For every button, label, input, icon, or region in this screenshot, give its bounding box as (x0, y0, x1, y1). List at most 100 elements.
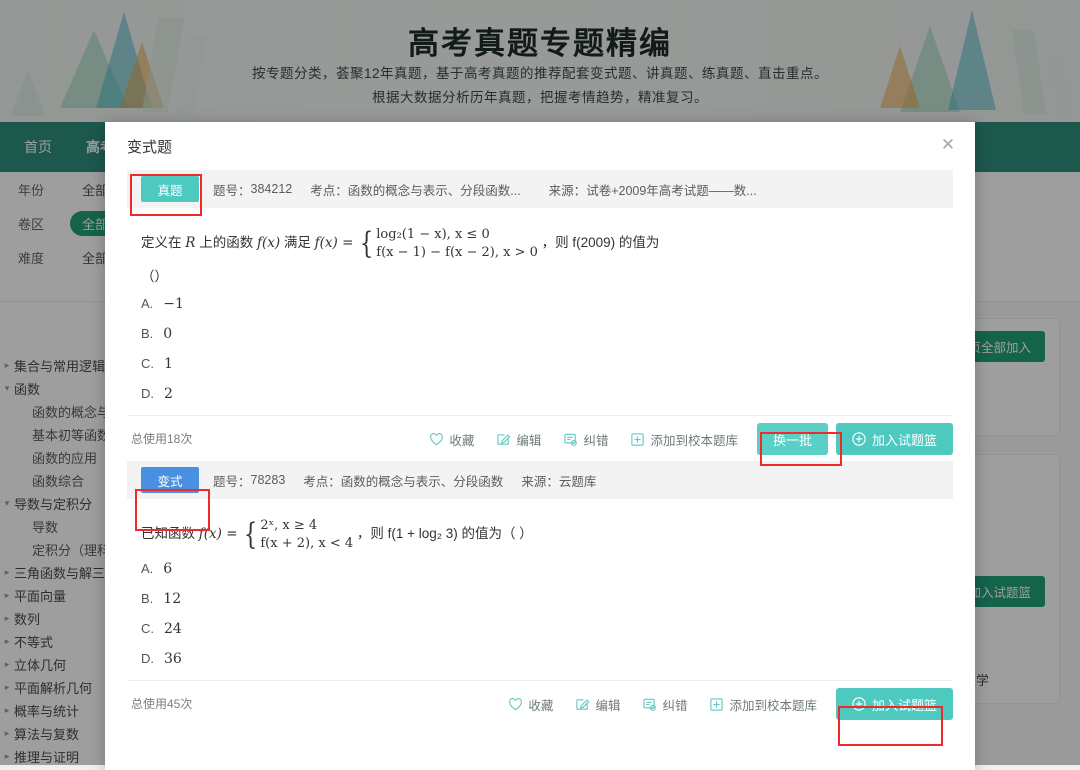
swap-batch-label: 换一批 (773, 430, 812, 449)
case-line-1: 2ˣ, x ≥ 4 (260, 517, 353, 535)
option-row[interactable]: B. 12 (127, 584, 953, 614)
edit-action[interactable]: 编辑 (564, 687, 631, 721)
answer-parenthesis: （） (127, 263, 953, 289)
close-icon[interactable]: ✕ (937, 134, 959, 156)
option-key: D. (141, 386, 154, 402)
favorite-action[interactable]: 收藏 (418, 422, 485, 456)
heart-icon (508, 697, 523, 712)
modal-body: 真题 题号：384212 考点：函数的概念与表示、分段函数... 来源：试卷+2… (105, 170, 975, 726)
add-to-basket-button[interactable]: 加入试题篮 (836, 688, 953, 720)
favorite-label: 收藏 (449, 430, 474, 449)
meta-point-label: 考点： (303, 471, 341, 490)
option-row[interactable]: C. 1 (127, 349, 953, 379)
modal-title: 变式题 (127, 136, 172, 157)
report-error-action[interactable]: 纠错 (552, 422, 619, 456)
add-to-basket-button[interactable]: 加入试题篮 (836, 423, 953, 455)
meta-point-value: 函数的概念与表示、分段函数... (348, 180, 521, 199)
option-key: B. (141, 326, 153, 342)
plus-circle-icon (852, 432, 866, 446)
plus-box-icon (709, 697, 724, 712)
option-key: B. (141, 591, 153, 607)
meta-number-value: 384212 (251, 182, 293, 196)
piecewise-cases: { 2ˣ, x ≥ 4 f(x + 2), x < 4 (241, 517, 353, 552)
add-to-school-bank-action[interactable]: 添加到校本题库 (698, 687, 828, 721)
swap-batch-button[interactable]: 换一批 (757, 423, 828, 455)
error-report-icon (642, 697, 657, 712)
question-type-badge: 变式 (141, 467, 199, 493)
meta-source-value: 云题库 (559, 471, 597, 490)
piecewise-cases: { log₂(1 − x), x ≤ 0 f(x − 1) − f(x − 2)… (357, 226, 538, 261)
option-row[interactable]: D. 2 (127, 379, 953, 409)
plus-circle-icon (852, 697, 866, 711)
question-footer: 总使用18次 收藏 编辑 (127, 415, 953, 461)
option-row[interactable]: D. 36 (127, 644, 953, 674)
option-value: 2 (164, 386, 173, 402)
report-error-label: 纠错 (583, 430, 608, 449)
question-footer: 总使用45次 收藏 编辑 (127, 680, 953, 726)
case-line-2: f(x − 1) − f(x − 2), x > 0 (376, 244, 538, 262)
favorite-label: 收藏 (528, 695, 553, 714)
question-block-real: 真题 题号：384212 考点：函数的概念与表示、分段函数... 来源：试卷+2… (127, 170, 953, 461)
question-meta-bar: 真题 题号：384212 考点：函数的概念与表示、分段函数... 来源：试卷+2… (127, 170, 953, 208)
plus-box-icon (630, 432, 645, 447)
option-value: −1 (163, 296, 184, 312)
meta-number-label: 题号： (213, 180, 251, 199)
option-key: D. (141, 651, 154, 667)
option-value: 6 (163, 561, 172, 577)
option-key: A. (141, 296, 153, 312)
meta-number-value: 78283 (251, 473, 286, 487)
edit-label: 编辑 (595, 695, 620, 714)
pencil-icon (496, 432, 511, 447)
report-error-label: 纠错 (662, 695, 687, 714)
case-line-1: log₂(1 − x), x ≤ 0 (376, 226, 538, 244)
add-to-school-bank-action[interactable]: 添加到校本题库 (619, 422, 749, 456)
usage-count: 总使用45次 (127, 695, 192, 712)
stem-prefix: 定义在 (141, 235, 182, 250)
error-report-icon (563, 432, 578, 447)
option-value: 24 (164, 621, 182, 637)
meta-source-value: 试卷+2009年高考试题——数... (586, 180, 757, 199)
stem-prefix: 已知函数 (141, 526, 195, 541)
question-actions: 收藏 编辑 (497, 687, 953, 721)
option-key: C. (141, 356, 154, 372)
question-block-variant: 变式 题号：78283 考点：函数的概念与表示、分段函数 来源：云题库 已知函数… (127, 461, 953, 726)
meta-point-value: 函数的概念与表示、分段函数 (341, 471, 504, 490)
usage-count: 总使用18次 (127, 430, 192, 447)
question-type-badge: 真题 (141, 176, 199, 202)
add-to-basket-label: 加入试题篮 (872, 695, 937, 714)
heart-icon (429, 432, 444, 447)
question-meta-bar: 变式 题号：78283 考点：函数的概念与表示、分段函数 来源：云题库 (127, 461, 953, 499)
left-brace-icon: { (360, 230, 373, 257)
meta-number-label: 题号： (213, 471, 251, 490)
stem-domain-var: R (185, 235, 195, 251)
left-brace-icon: { (244, 521, 257, 548)
edit-label: 编辑 (516, 430, 541, 449)
modal-header: 变式题 ✕ (105, 122, 975, 170)
report-error-action[interactable]: 纠错 (631, 687, 698, 721)
question-stem: 已知函数 f(x) = { 2ˣ, x ≥ 4 f(x + 2), x < 4 … (127, 503, 953, 554)
option-value: 12 (163, 591, 181, 607)
option-value: 0 (163, 326, 172, 342)
stem-function-eq: f(x) = (199, 526, 238, 542)
option-row[interactable]: B. 0 (127, 319, 953, 349)
add-to-school-bank-label: 添加到校本题库 (729, 695, 817, 714)
question-actions: 收藏 编辑 (418, 422, 953, 456)
stem-mid: 上的函数 (199, 235, 253, 250)
add-to-school-bank-label: 添加到校本题库 (650, 430, 738, 449)
meta-source-label: 来源： (549, 180, 587, 199)
stem-satisfy: 满足 (284, 235, 311, 250)
edit-action[interactable]: 编辑 (485, 422, 552, 456)
option-value: 1 (164, 356, 173, 372)
option-value: 36 (164, 651, 182, 667)
favorite-action[interactable]: 收藏 (497, 687, 564, 721)
stem-function: f(x) (257, 235, 280, 251)
variant-question-modal: 变式题 ✕ 真题 题号：384212 考点：函数的概念与表示、分段函数... 来… (105, 122, 975, 770)
case-line-2: f(x + 2), x < 4 (260, 535, 353, 553)
stem-tail: ，则 f(2009) 的值为 (542, 235, 660, 250)
stem-tail: ，则 f(1 + log₂ 3) 的值为（ ） (357, 526, 533, 541)
question-stem: 定义在 R 上的函数 f(x) 满足 f(x) = { log₂(1 − x),… (127, 212, 953, 263)
option-row[interactable]: A. −1 (127, 289, 953, 319)
option-key: C. (141, 621, 154, 637)
option-row[interactable]: C. 24 (127, 614, 953, 644)
option-row[interactable]: A. 6 (127, 554, 953, 584)
